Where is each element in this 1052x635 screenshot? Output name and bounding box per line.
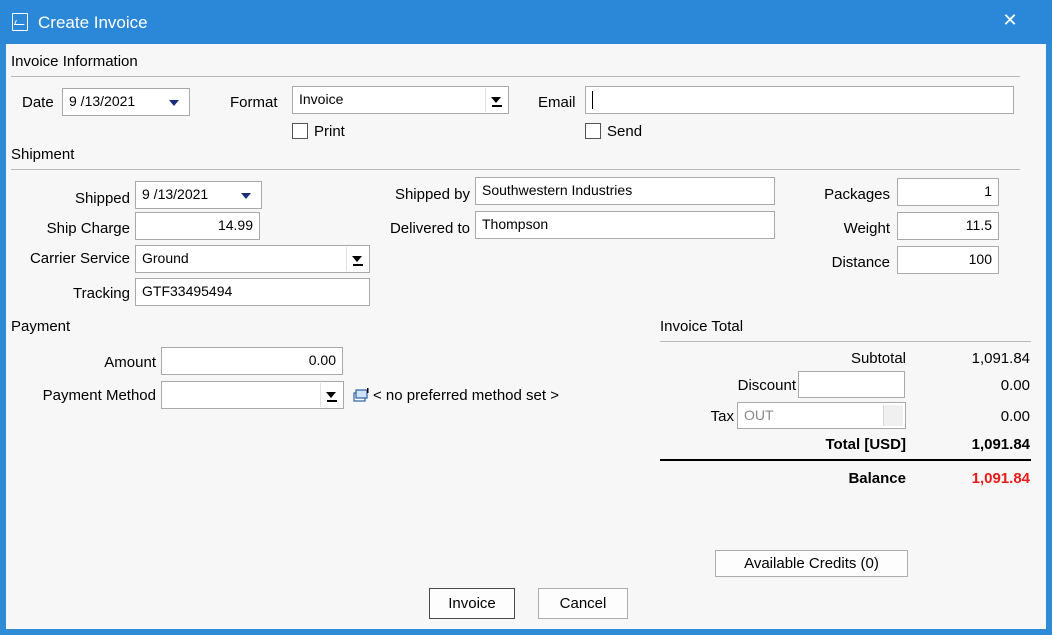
- shipped-value: 9 /13/2021: [142, 186, 209, 202]
- total-divider: [660, 459, 1031, 461]
- delivered-to-label: Delivered to: [389, 220, 470, 237]
- balance-value: 1,091.84: [971, 470, 1030, 487]
- carrier-service-value: Ground: [142, 250, 189, 266]
- dialog-body: Invoice Information Date 9 /13/2021 Form…: [6, 44, 1046, 629]
- chevron-down-icon[interactable]: [241, 193, 251, 199]
- preferred-method-text: < no preferred method set >: [373, 387, 559, 404]
- section-divider: [11, 76, 1020, 77]
- tax-value: 0.00: [1000, 408, 1030, 425]
- window-title: Create Invoice: [38, 13, 148, 32]
- distance-field[interactable]: 100: [897, 246, 999, 274]
- subtotal-value: 1,091.84: [971, 350, 1030, 367]
- text-cursor: [592, 91, 593, 110]
- amount-field[interactable]: 0.00: [161, 347, 343, 375]
- send-label: Send: [607, 123, 643, 140]
- ship-charge-field[interactable]: 14.99: [135, 212, 260, 240]
- amount-label: Amount: [104, 354, 156, 371]
- payment-method-select[interactable]: [161, 381, 344, 409]
- discount-field[interactable]: [798, 371, 905, 398]
- packages-label: Packages: [824, 186, 890, 203]
- section-divider: [660, 341, 1031, 342]
- section-divider: [11, 169, 1020, 170]
- close-icon[interactable]: ✕: [998, 8, 1022, 32]
- print-checkbox[interactable]: [292, 123, 308, 139]
- format-dropdown-button[interactable]: [485, 88, 507, 112]
- cancel-button[interactable]: Cancel: [538, 588, 628, 619]
- shipment-heading: Shipment: [11, 146, 75, 163]
- shipped-label: Shipped: [74, 190, 130, 207]
- available-credits-button[interactable]: Available Credits (0): [715, 550, 908, 577]
- chevron-down-icon: [326, 392, 336, 398]
- date-value: 9 /13/2021: [69, 93, 136, 109]
- packages-field[interactable]: 1: [897, 178, 999, 206]
- invoice-icon: [12, 13, 28, 31]
- tracking-field[interactable]: GTF33495494: [135, 278, 370, 306]
- distance-label: Distance: [831, 254, 890, 271]
- payment-heading: Payment: [11, 318, 71, 335]
- delivered-to-field[interactable]: Thompson: [475, 211, 775, 239]
- tax-label: Tax: [710, 408, 734, 425]
- title-bar[interactable]: Create Invoice ✕: [0, 0, 1052, 44]
- chevron-down-icon[interactable]: [169, 100, 179, 106]
- payment-method-dropdown-button[interactable]: [320, 383, 342, 407]
- print-label: Print: [314, 123, 345, 140]
- payment-method-label: Payment Method: [42, 387, 156, 404]
- discount-label: Discount: [737, 377, 796, 394]
- ship-charge-label: Ship Charge: [46, 220, 130, 237]
- carrier-dropdown-button[interactable]: [346, 247, 368, 271]
- tax-select-value: OUT: [744, 407, 774, 423]
- shipped-by-label: Shipped by: [394, 186, 470, 203]
- date-picker[interactable]: 9 /13/2021: [62, 88, 190, 116]
- format-select[interactable]: Invoice: [292, 86, 509, 114]
- total-value: 1,091.84: [971, 436, 1030, 453]
- carrier-service-label: Carrier Service: [29, 250, 130, 267]
- chevron-down-icon: [491, 97, 501, 103]
- weight-label: Weight: [843, 220, 890, 237]
- invoice-total-heading: Invoice Total: [660, 318, 744, 335]
- weight-field[interactable]: 11.5: [897, 212, 999, 240]
- send-checkbox[interactable]: [585, 123, 601, 139]
- invoice-button[interactable]: Invoice: [429, 588, 515, 619]
- chevron-down-icon: [352, 256, 362, 262]
- invoice-information-heading: Invoice Information: [11, 53, 138, 70]
- format-label: Format: [230, 94, 278, 111]
- shipped-date-picker[interactable]: 9 /13/2021: [135, 181, 262, 209]
- total-label: Total [USD]: [825, 436, 906, 453]
- date-label: Date: [22, 94, 54, 111]
- balance-label: Balance: [848, 470, 906, 487]
- payment-method-settings-icon[interactable]: [353, 387, 369, 403]
- format-value: Invoice: [299, 91, 344, 107]
- email-label: Email: [538, 94, 576, 111]
- tracking-label: Tracking: [73, 285, 130, 302]
- tax-select[interactable]: OUT: [737, 402, 906, 429]
- discount-value: 0.00: [1000, 377, 1030, 394]
- carrier-service-select[interactable]: Ground: [135, 245, 370, 273]
- tax-lookup-button[interactable]: [883, 405, 903, 426]
- email-field[interactable]: [585, 86, 1014, 114]
- shipped-by-field[interactable]: Southwestern Industries: [475, 177, 775, 205]
- subtotal-label: Subtotal: [850, 350, 906, 367]
